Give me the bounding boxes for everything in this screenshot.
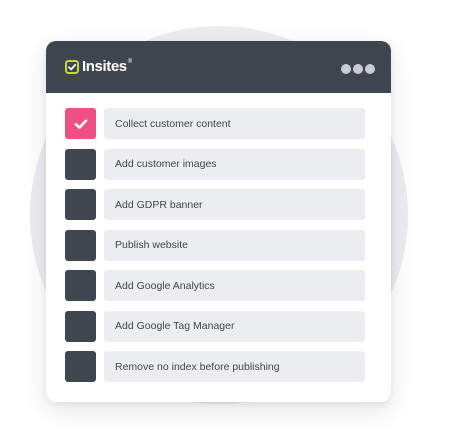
task-label: Publish website [115,239,188,251]
more-dots-icon[interactable] [339,64,375,74]
checkbox-checked[interactable] [65,108,96,139]
checklist-row: Collect customer content [65,108,365,139]
task-item[interactable]: Collect customer content [104,108,365,139]
checklist: Collect customer content Add customer ima… [65,108,365,392]
stage: Insites ® Collect customer content Add cu… [0,0,452,443]
checkmark-icon [74,118,87,129]
task-label: Collect customer content [115,117,231,130]
checklist-row: Add Google Analytics [65,270,365,301]
dot [353,64,363,74]
checklist-row: Add GDPR banner [65,189,365,220]
task-item[interactable]: Add GDPR banner [104,189,365,220]
checkbox[interactable] [65,148,96,180]
dot [365,64,375,74]
checkbox[interactable] [65,229,96,261]
checkbox[interactable] [65,270,96,301]
checkbox[interactable] [65,310,96,342]
task-label: Add Google Analytics [115,279,215,292]
checkbox[interactable] [65,351,96,382]
logo-registered-mark: ® [127,59,133,65]
checklist-row: Publish website [65,229,365,261]
logo-check-icon [65,60,79,74]
task-item[interactable]: Add Google Tag Manager [104,310,365,342]
task-item[interactable]: Add Google Analytics [104,270,365,301]
logo-text: Insites [82,58,127,75]
checkbox[interactable] [65,189,96,220]
task-label: Remove no index before publishing [115,360,280,373]
task-item[interactable]: Publish website [104,229,365,261]
task-item[interactable]: Add customer images [104,148,365,180]
dot [341,64,351,74]
checklist-row: Add customer images [65,148,365,180]
task-label: Add customer images [115,158,217,170]
task-item[interactable]: Remove no index before publishing [104,351,365,382]
checklist-row: Remove no index before publishing [65,351,365,382]
checklist-window: Insites ® Collect customer content Add cu… [46,41,391,402]
task-label: Add GDPR banner [115,198,203,211]
checklist-row: Add Google Tag Manager [65,310,365,342]
insites-logo: Insites ® [65,59,132,75]
task-label: Add Google Tag Manager [115,320,235,332]
titlebar: Insites ® [46,41,391,93]
